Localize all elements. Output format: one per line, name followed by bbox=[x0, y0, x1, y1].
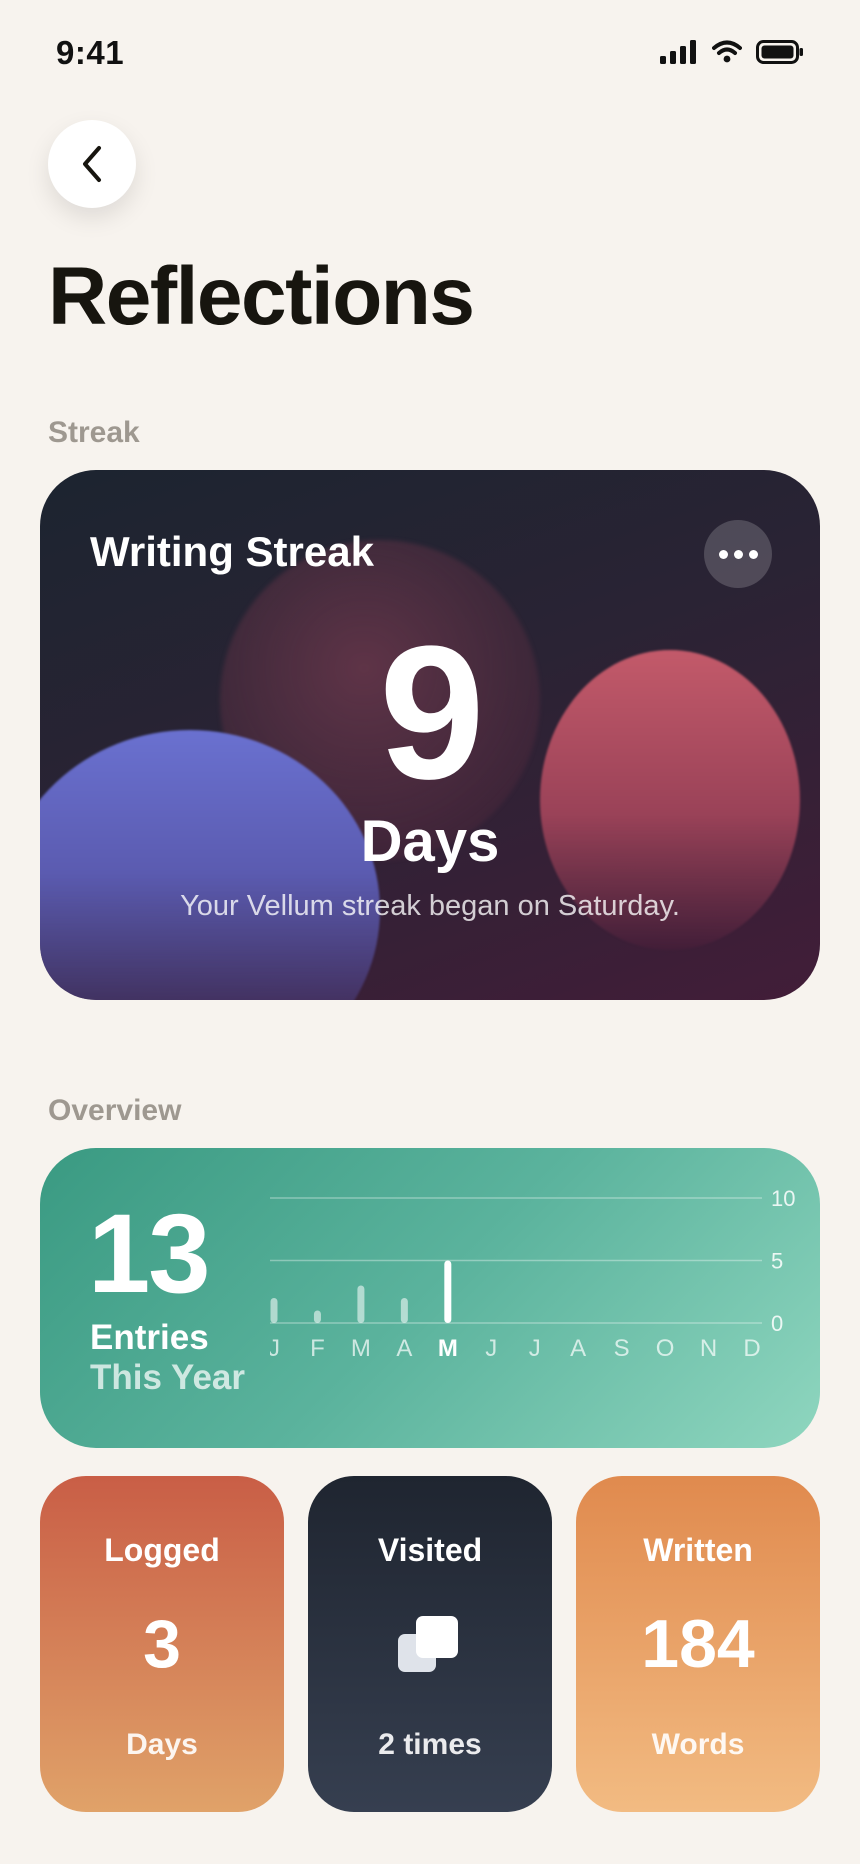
chart-bar bbox=[400, 1298, 408, 1323]
chart-y-tick-label: 5 bbox=[771, 1249, 783, 1274]
written-words-card[interactable]: Written 184 Words bbox=[576, 1476, 820, 1812]
chart-x-tick-label: N bbox=[700, 1335, 717, 1362]
logged-value: 3 bbox=[143, 1606, 181, 1682]
chart-y-tick-label: 10 bbox=[771, 1186, 795, 1211]
written-title: Written bbox=[643, 1532, 753, 1568]
wifi-icon bbox=[712, 40, 742, 63]
chart-x-tick-label: D bbox=[743, 1335, 760, 1362]
visited-count: 2 times bbox=[378, 1728, 482, 1761]
status-bar: 9:41 bbox=[0, 0, 860, 110]
chevron-left-icon bbox=[83, 146, 101, 182]
streak-unit: Days bbox=[360, 809, 500, 874]
chart-bar bbox=[270, 1298, 278, 1323]
entries-bar-chart: 1050J F M A M J J A S O N D bbox=[270, 1186, 795, 1362]
overview-section-label: Overview bbox=[48, 1094, 182, 1127]
chart-x-tick-label: J bbox=[270, 1335, 280, 1362]
chart-x-tick-label: S bbox=[614, 1335, 630, 1362]
written-value: 184 bbox=[641, 1606, 755, 1682]
chart-bar bbox=[357, 1285, 365, 1323]
chart-x-tick-label: J bbox=[485, 1335, 497, 1362]
chart-bar bbox=[444, 1260, 452, 1323]
page-title: Reflections bbox=[48, 251, 475, 342]
chart-x-tick-label: A bbox=[570, 1335, 586, 1362]
logged-title: Logged bbox=[104, 1532, 220, 1568]
copy-icon bbox=[398, 1616, 458, 1672]
chart-x-tick-label: M bbox=[438, 1335, 458, 1362]
logged-unit: Days bbox=[126, 1728, 198, 1761]
logged-days-card[interactable]: Logged 3 Days bbox=[40, 1476, 284, 1812]
cellular-signal-icon bbox=[660, 40, 696, 64]
entries-overview-card[interactable]: 13 Entries This Year 10 5 0 J F M A M J J A S O N D bbox=[40, 1148, 820, 1448]
visited-title: Visited bbox=[377, 1532, 483, 1568]
ellipsis-icon bbox=[718, 549, 728, 559]
chart-x-tick-label: M bbox=[351, 1335, 371, 1362]
more-options-button[interactable] bbox=[704, 520, 772, 588]
visited-card[interactable]: Visited 2 times bbox=[308, 1476, 552, 1812]
streak-count: 9 bbox=[379, 607, 485, 819]
entries-label: Entries bbox=[90, 1318, 209, 1357]
entries-count: 13 bbox=[88, 1191, 211, 1316]
chart-x-tick-label: J bbox=[529, 1335, 541, 1362]
chart-y-tick-label: 0 bbox=[771, 1311, 783, 1336]
writing-streak-card[interactable]: Writing Streak 9 Days Your Vellum streak… bbox=[40, 470, 820, 1000]
entries-period-label: This Year bbox=[90, 1358, 246, 1397]
status-time: 9:41 bbox=[56, 34, 125, 71]
battery-icon bbox=[756, 40, 803, 64]
status-icons bbox=[660, 40, 804, 64]
streak-card-title: Writing Streak bbox=[90, 528, 374, 575]
streak-subtitle: Your Vellum streak began on Saturday. bbox=[180, 890, 680, 922]
streak-section-label: Streak bbox=[48, 416, 140, 449]
chart-x-tick-label: A bbox=[396, 1335, 412, 1362]
written-unit: Words bbox=[651, 1728, 745, 1761]
chart-bar bbox=[313, 1310, 321, 1323]
chart-x-tick-label: F bbox=[310, 1335, 325, 1362]
back-button[interactable] bbox=[48, 120, 136, 208]
chart-x-tick-label: O bbox=[656, 1335, 675, 1362]
